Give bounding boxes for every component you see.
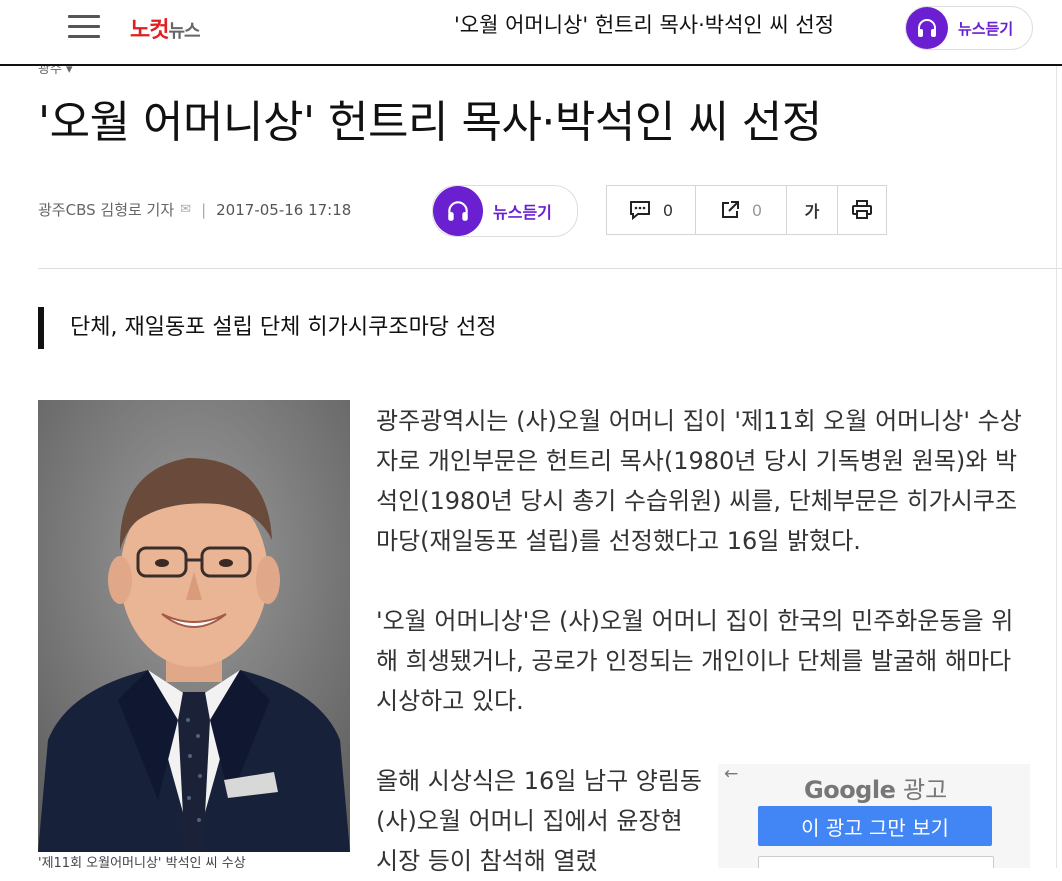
- article-subtitle: 단체, 재일동포 설립 단체 히가시쿠조마당 선정: [38, 307, 497, 349]
- photo-caption: '제11회 오월어머니상' 박석인 씨 수상: [38, 856, 246, 868]
- share-count: 0: [751, 200, 763, 220]
- font-size-label: 가: [804, 202, 820, 221]
- ad-brand-name: Google: [804, 776, 896, 804]
- meta-divider: |: [201, 200, 207, 219]
- back-arrow-icon[interactable]: ←: [724, 764, 738, 784]
- article-meta: 광주CBS 김형로 기자 ✉ | 2017-05-16 17:18: [38, 199, 351, 220]
- stop-ad-button[interactable]: 이 광고 그만 보기: [758, 806, 992, 846]
- header-divider: [38, 268, 1062, 269]
- article-listen-label: 뉴스듣기: [493, 203, 552, 222]
- font-size-button[interactable]: 가: [787, 186, 838, 234]
- header-listen-label: 뉴스듣기: [958, 19, 1014, 38]
- headphones-icon: [433, 186, 483, 236]
- comment-icon: [629, 201, 650, 220]
- article-toolbar: 0 0 가: [606, 185, 887, 235]
- publish-date: 2017-05-16 17:18: [216, 200, 352, 219]
- comment-count: 0: [662, 200, 674, 220]
- comment-button[interactable]: 0: [607, 186, 696, 234]
- ad-option-button[interactable]: [758, 856, 994, 868]
- share-icon: [721, 201, 739, 218]
- content-right-border: [1056, 66, 1057, 868]
- article-listen-button[interactable]: 뉴스듣기: [432, 185, 578, 237]
- header-listen-button[interactable]: 뉴스듣기: [905, 6, 1033, 50]
- google-ad: ← Google 광고 이 광고 그만 보기: [718, 764, 1030, 868]
- logo-red-text: 노컷: [130, 18, 169, 43]
- ad-brand: Google 광고: [804, 770, 947, 805]
- article-paragraph-1: 광주광역시는 (사)오월 어머니 집이 '제11회 오월 어머니상' 수상자로 …: [376, 407, 1022, 555]
- logo-gray-text: 뉴스: [168, 21, 200, 42]
- email-icon[interactable]: ✉: [180, 202, 191, 217]
- byline: 광주CBS 김형로 기자: [38, 201, 175, 219]
- print-button[interactable]: [838, 186, 886, 234]
- header-article-title: '오월 어머니상' 헌트리 목사·박석인 씨 선정: [454, 13, 835, 37]
- article-headline: '오월 어머니상' 헌트리 목사·박석인 씨 선정: [38, 97, 822, 148]
- headphones-icon: [906, 7, 948, 49]
- print-icon: [852, 200, 872, 219]
- hamburger-menu-icon[interactable]: [68, 15, 100, 39]
- ad-brand-suffix: 광고: [903, 776, 948, 804]
- share-button[interactable]: 0: [696, 186, 787, 234]
- article-photo[interactable]: [38, 400, 350, 852]
- article-paragraph-2: '오월 어머니상'은 (사)오월 어머니 집이 한국의 민주화운동을 위해 희생…: [376, 607, 1014, 715]
- top-header: 노컷뉴스 '오월 어머니상' 헌트리 목사·박석인 씨 선정 뉴스듣기: [0, 0, 1062, 66]
- nocut-news-logo[interactable]: 노컷뉴스: [130, 12, 201, 46]
- article-paragraph-3: 올해 시상식은 16일 남구 양림동 (사)오월 어머니 집에서 윤장현 시장 …: [376, 767, 703, 875]
